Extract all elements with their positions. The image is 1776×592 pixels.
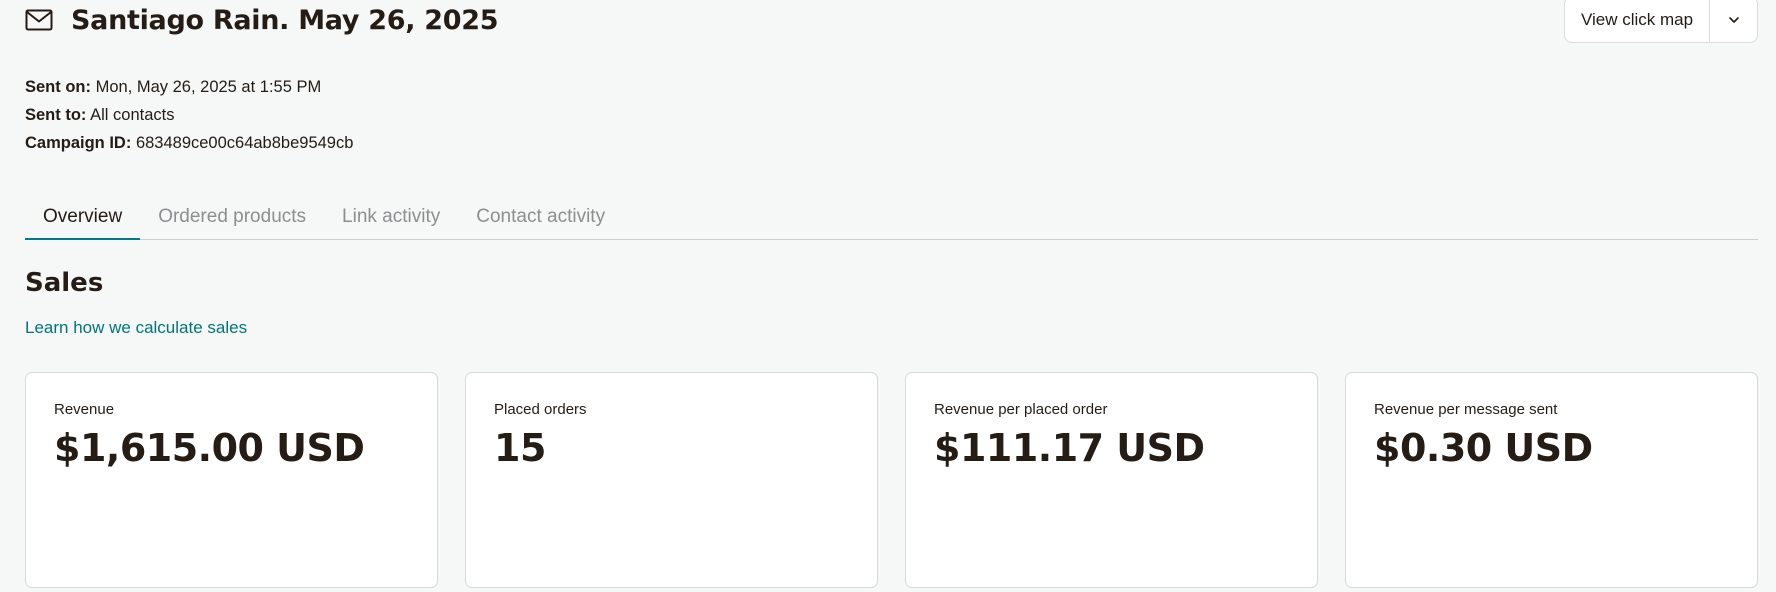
- sent-on-row: Sent on: Mon, May 26, 2025 at 1:55 PM: [25, 73, 353, 101]
- tab-ordered-products[interactable]: Ordered products: [140, 198, 324, 240]
- revenue-per-order-card: Revenue per placed order $111.17 USD: [905, 372, 1318, 588]
- page-header: Santiago Rain. May 26, 2025: [25, 0, 499, 40]
- sent-to-label: Sent to:: [25, 106, 87, 124]
- revenue-card: Revenue $1,615.00 USD: [25, 372, 438, 588]
- view-click-map-dropdown-toggle[interactable]: [1710, 0, 1757, 42]
- card-value: $0.30 USD: [1374, 426, 1593, 470]
- campaign-meta: Sent on: Mon, May 26, 2025 at 1:55 PM Se…: [25, 73, 353, 157]
- sales-heading: Sales: [25, 268, 104, 298]
- tab-contact-activity[interactable]: Contact activity: [458, 198, 623, 240]
- campaign-report-page: Santiago Rain. May 26, 2025 View click m…: [0, 0, 1776, 592]
- card-value: 15: [494, 426, 546, 470]
- page-title: Santiago Rain. May 26, 2025: [71, 4, 499, 36]
- campaign-id-value: 683489ce00c64ab8be9549cb: [135, 134, 354, 152]
- card-value: $1,615.00 USD: [54, 426, 365, 470]
- tab-link-activity[interactable]: Link activity: [324, 198, 458, 240]
- sales-cards: Revenue $1,615.00 USD Placed orders 15 R…: [25, 372, 1758, 588]
- sent-to-value: All contacts: [90, 106, 175, 124]
- card-label: Placed orders: [494, 401, 587, 418]
- card-value: $111.17 USD: [934, 426, 1205, 470]
- sent-on-label: Sent on:: [25, 78, 91, 96]
- sent-to-row: Sent to: All contacts: [25, 101, 353, 129]
- report-tabs: Overview Ordered products Link activity …: [25, 198, 1758, 240]
- view-click-map-button[interactable]: View click map: [1565, 0, 1710, 42]
- learn-sales-calculation-link[interactable]: Learn how we calculate sales: [25, 318, 247, 338]
- card-label: Revenue: [54, 401, 115, 418]
- envelope-icon: [25, 9, 53, 31]
- sent-on-value: Mon, May 26, 2025 at 1:55 PM: [95, 78, 322, 96]
- view-click-map-split-button: View click map: [1564, 0, 1758, 43]
- card-label: Revenue per placed order: [934, 401, 1108, 418]
- revenue-per-message-card: Revenue per message sent $0.30 USD: [1345, 372, 1758, 588]
- tab-overview[interactable]: Overview: [25, 198, 141, 240]
- chevron-down-icon: [1728, 11, 1740, 29]
- card-label: Revenue per message sent: [1374, 401, 1558, 418]
- placed-orders-card: Placed orders 15: [465, 372, 878, 588]
- campaign-id-row: Campaign ID: 683489ce00c64ab8be9549cb: [25, 129, 353, 157]
- campaign-id-label: Campaign ID:: [25, 134, 132, 152]
